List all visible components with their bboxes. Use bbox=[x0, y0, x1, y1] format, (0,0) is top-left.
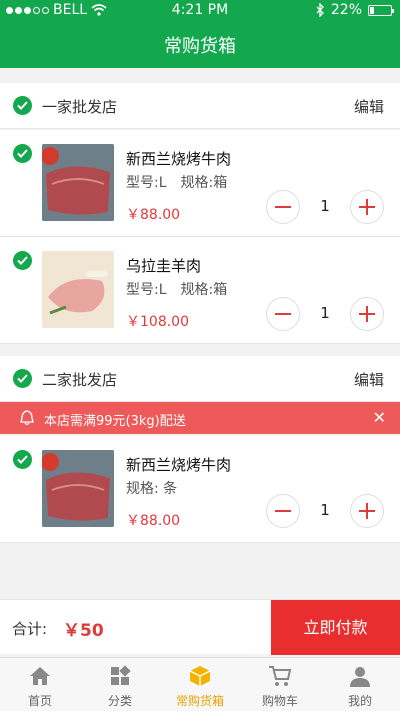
store-header: 一家批发店 编辑 bbox=[0, 83, 400, 129]
store-name: 一家批发店 bbox=[42, 98, 118, 116]
delivery-notice: 本店需满99元(3kg)配送 ✕ bbox=[0, 402, 400, 434]
cart-item: 乌拉圭羊肉 型号:L 规格:箱 ￥108.00 1 bbox=[0, 237, 400, 344]
quantity-value: 1 bbox=[320, 197, 330, 215]
increase-button[interactable] bbox=[350, 297, 384, 331]
item-select-checkbox[interactable] bbox=[13, 450, 32, 469]
battery-icon bbox=[368, 4, 394, 16]
tab-label: 常购货箱 bbox=[175, 694, 224, 708]
total-amount: ￥50 bbox=[63, 621, 104, 641]
bell-icon bbox=[20, 410, 34, 426]
item-select-checkbox[interactable] bbox=[13, 251, 32, 270]
tab-profile[interactable]: 我的 bbox=[320, 658, 400, 711]
close-icon[interactable]: ✕ bbox=[373, 408, 386, 427]
total-label: 合计: bbox=[12, 620, 48, 638]
tab-label: 购物车 bbox=[261, 694, 298, 708]
tab-label: 分类 bbox=[107, 694, 132, 708]
pay-now-button[interactable]: 立即付款 bbox=[271, 600, 400, 655]
app-header: BELL 4:21 PM 22% 常购货箱 bbox=[0, 0, 400, 68]
decrease-button[interactable] bbox=[266, 297, 300, 331]
cart-item: 新西兰烧烤牛肉 型号:L 规格:箱 ￥88.00 1 bbox=[0, 130, 400, 237]
tab-category[interactable]: 分类 bbox=[80, 658, 160, 711]
category-icon bbox=[111, 665, 131, 685]
edit-button[interactable]: 编辑 bbox=[354, 369, 384, 390]
item-select-checkbox[interactable] bbox=[13, 144, 32, 163]
product-spec: 规格: 条 bbox=[126, 481, 178, 497]
tab-regular-box[interactable]: 常购货箱 bbox=[160, 658, 240, 711]
status-bar: BELL 4:21 PM 22% bbox=[0, 0, 400, 22]
user-icon bbox=[350, 667, 370, 687]
edit-button[interactable]: 编辑 bbox=[354, 96, 384, 117]
product-image[interactable] bbox=[42, 251, 114, 328]
product-spec: 型号:L 规格:箱 bbox=[126, 282, 228, 298]
tab-bar: 首页 分类 常购货箱 购物车 我的 bbox=[0, 657, 400, 711]
product-image[interactable] bbox=[42, 144, 114, 221]
quantity-stepper: 1 bbox=[266, 297, 384, 331]
tab-label: 我的 bbox=[347, 694, 372, 708]
product-name: 乌拉圭羊肉 bbox=[126, 257, 202, 275]
bluetooth-icon bbox=[316, 3, 324, 17]
page-title: 常购货箱 bbox=[164, 36, 236, 57]
quantity-stepper: 1 bbox=[266, 494, 384, 528]
decrease-button[interactable] bbox=[266, 190, 300, 224]
product-price: ￥108.00 bbox=[126, 314, 189, 330]
store-select-checkbox[interactable] bbox=[13, 369, 32, 388]
product-price: ￥88.00 bbox=[126, 207, 181, 223]
checkout-bar: 合计: ￥50 立即付款 bbox=[0, 599, 400, 655]
quantity-value: 1 bbox=[320, 304, 330, 322]
notice-text: 本店需满99元(3kg)配送 bbox=[44, 414, 186, 429]
product-name: 新西兰烧烤牛肉 bbox=[126, 456, 232, 474]
product-name: 新西兰烧烤牛肉 bbox=[126, 150, 232, 168]
tab-cart[interactable]: 购物车 bbox=[240, 658, 320, 711]
quantity-stepper: 1 bbox=[266, 190, 384, 224]
product-image[interactable] bbox=[42, 450, 114, 527]
store-name: 二家批发店 bbox=[42, 371, 118, 389]
cart-item: 新西兰烧烤牛肉 规格: 条 ￥88.00 1 bbox=[0, 436, 400, 543]
store-select-checkbox[interactable] bbox=[13, 96, 32, 115]
tab-home[interactable]: 首页 bbox=[0, 658, 80, 711]
product-spec: 型号:L 规格:箱 bbox=[126, 175, 228, 191]
battery-percent: 22% bbox=[330, 2, 362, 18]
box-icon bbox=[189, 666, 211, 686]
product-price: ￥88.00 bbox=[126, 513, 181, 529]
tab-label: 首页 bbox=[27, 694, 52, 708]
quantity-value: 1 bbox=[320, 501, 330, 519]
decrease-button[interactable] bbox=[266, 494, 300, 528]
increase-button[interactable] bbox=[350, 494, 384, 528]
cart-icon bbox=[269, 666, 292, 686]
store-header: 二家批发店 编辑 bbox=[0, 356, 400, 402]
increase-button[interactable] bbox=[350, 190, 384, 224]
home-icon bbox=[30, 667, 50, 685]
